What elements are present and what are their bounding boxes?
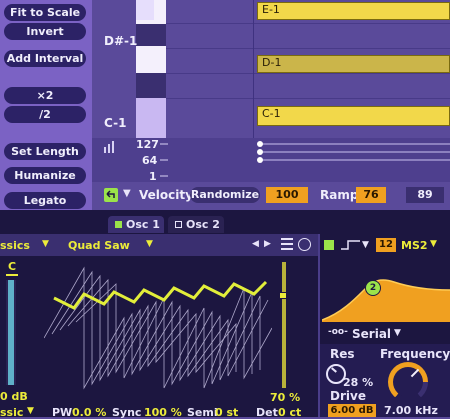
velocity-lane-icon bbox=[104, 141, 118, 153]
level-meter-thumb[interactable] bbox=[279, 292, 287, 299]
note-label: C-1 bbox=[262, 107, 281, 120]
waveform-display bbox=[44, 258, 272, 390]
left-level-value: 0 dB bbox=[0, 390, 28, 403]
filter-model-select[interactable]: MS2 bbox=[401, 239, 428, 252]
set-length-button[interactable]: Set Length bbox=[4, 143, 86, 160]
filter-node-label: 2 bbox=[369, 283, 377, 293]
category-select[interactable]: ssics bbox=[0, 239, 30, 252]
velocity-tick-64: 64 bbox=[142, 154, 158, 167]
prev-wave-icon[interactable]: ◀ bbox=[252, 239, 259, 249]
res-label: Res bbox=[330, 347, 355, 361]
randomize-button[interactable]: Randomize bbox=[190, 187, 260, 203]
sync-label: Sync bbox=[112, 406, 142, 419]
chevron-down-icon[interactable]: ▼ bbox=[430, 239, 437, 249]
add-interval-button[interactable]: Add Interval bbox=[4, 50, 86, 67]
pitch-label-c: C-1 bbox=[104, 116, 127, 130]
grid-line bbox=[166, 48, 450, 49]
ramp-end-value[interactable]: 89 bbox=[406, 187, 444, 203]
velocity-stems bbox=[160, 141, 450, 177]
pitch-label-dsharp: D#-1 bbox=[104, 34, 138, 48]
chevron-down-icon[interactable]: ▼ bbox=[123, 188, 131, 199]
filter-shape-icon[interactable] bbox=[340, 238, 362, 252]
semi-label: Semi bbox=[187, 406, 218, 419]
sync-value[interactable]: 100 % bbox=[144, 406, 182, 419]
tab-indicator bbox=[115, 221, 122, 228]
routing-icon: -oo- bbox=[328, 327, 348, 337]
chevron-down-icon[interactable]: ▼ bbox=[146, 239, 153, 249]
tab-osc1[interactable]: Osc 1 bbox=[108, 216, 164, 233]
humanize-button[interactable]: Humanize bbox=[4, 167, 86, 184]
grid-line bbox=[166, 23, 450, 24]
filter-display: 2 bbox=[322, 258, 450, 322]
divide-by-two-button[interactable]: /2 bbox=[4, 106, 86, 123]
velocity-toggle[interactable] bbox=[104, 188, 118, 202]
pitch-marker bbox=[6, 274, 18, 276]
note-label: E-1 bbox=[262, 3, 280, 16]
next-wave-icon[interactable]: ▶ bbox=[264, 239, 271, 249]
arrow-icon bbox=[106, 190, 115, 198]
ramp-start-value[interactable]: 76 bbox=[356, 187, 386, 203]
randomize-amount[interactable]: 100 bbox=[266, 187, 308, 203]
multiply-by-two-button[interactable]: ×2 bbox=[4, 87, 86, 104]
tab-osc2-label: Osc 2 bbox=[186, 218, 220, 231]
piano-keys bbox=[136, 0, 166, 140]
filter-node[interactable]: 2 bbox=[365, 280, 381, 296]
wave-select[interactable]: Quad Saw bbox=[68, 239, 130, 252]
level-meter-left[interactable] bbox=[6, 280, 16, 385]
level-meter-right[interactable] bbox=[282, 262, 286, 388]
ramp-label: Ramp bbox=[320, 188, 359, 202]
legato-button[interactable]: Legato bbox=[4, 192, 86, 209]
grid-line bbox=[166, 73, 450, 74]
right-level-value: 70 % bbox=[270, 391, 301, 404]
frequency-knob[interactable] bbox=[388, 362, 428, 402]
frequency-value: 7.00 kHz bbox=[384, 404, 438, 417]
velocity-tick-127: 127 bbox=[136, 138, 159, 151]
tab-osc1-label: Osc 1 bbox=[126, 218, 160, 231]
pw-label: PW bbox=[52, 406, 73, 419]
chevron-down-icon[interactable]: ▼ bbox=[27, 406, 34, 416]
fit-to-scale-button[interactable]: Fit to Scale bbox=[4, 4, 86, 21]
det-label: Det bbox=[256, 406, 278, 419]
routing-select[interactable]: Serial bbox=[352, 327, 391, 341]
chevron-down-icon[interactable]: ▼ bbox=[394, 328, 401, 338]
pw-value[interactable]: 0.0 % bbox=[72, 406, 106, 419]
note-value[interactable]: C bbox=[8, 260, 16, 273]
tab-indicator bbox=[175, 221, 182, 228]
filter-curve bbox=[322, 279, 450, 322]
velocity-label: Velocity bbox=[139, 188, 193, 202]
menu-icon[interactable] bbox=[281, 238, 293, 250]
grid-beat-line bbox=[253, 0, 254, 140]
semi-value[interactable]: 0 st bbox=[215, 406, 238, 419]
chevron-down-icon[interactable]: ▼ bbox=[362, 240, 369, 250]
invert-button[interactable]: Invert bbox=[4, 23, 86, 40]
filter-slope[interactable]: 12 bbox=[376, 238, 396, 252]
filter-toggle[interactable] bbox=[324, 240, 334, 250]
midi-note[interactable]: C-1 bbox=[257, 106, 450, 126]
midi-note[interactable]: D-1 bbox=[257, 55, 450, 73]
waveform-stack bbox=[44, 266, 272, 390]
det-value[interactable]: 0 ct bbox=[278, 406, 301, 419]
drive-value[interactable]: 6.00 dB bbox=[328, 404, 376, 417]
chevron-down-icon[interactable]: ▼ bbox=[42, 239, 49, 249]
res-value: 28 % bbox=[343, 376, 374, 389]
grid-line bbox=[166, 98, 450, 99]
tab-osc2[interactable]: Osc 2 bbox=[168, 216, 224, 233]
waveform-active bbox=[53, 280, 268, 310]
mode-select[interactable]: ssic bbox=[0, 406, 23, 419]
frequency-label: Frequency bbox=[380, 347, 450, 361]
midi-note[interactable]: E-1 bbox=[257, 2, 450, 20]
circle-icon[interactable] bbox=[298, 238, 311, 251]
drive-label: Drive bbox=[330, 389, 366, 403]
note-label: D-1 bbox=[262, 56, 282, 69]
